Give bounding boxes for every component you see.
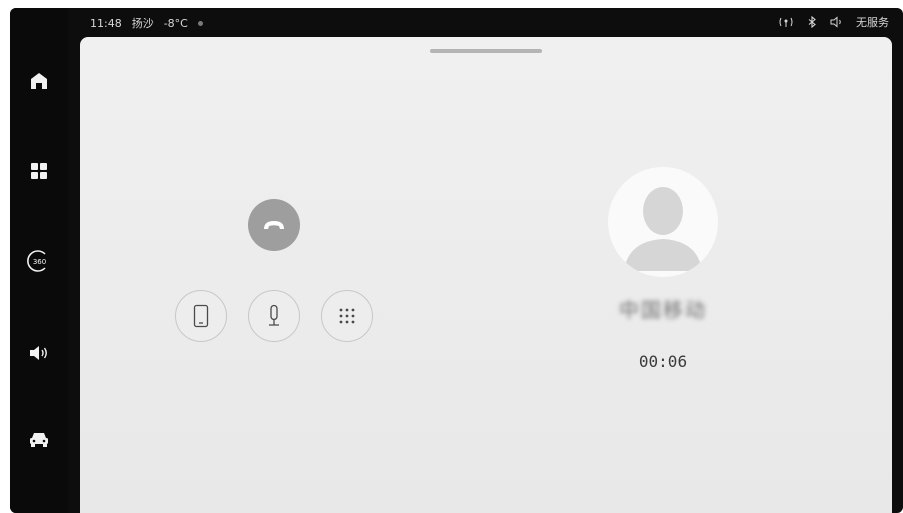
switch-to-phone-button[interactable] [175,290,227,342]
default-avatar-icon [624,187,702,271]
svg-text:360: 360 [33,258,46,266]
microphone-icon [269,304,279,326]
hangup-icon [264,221,284,229]
apps-grid-icon [31,163,47,179]
status-temperature: -8°C [163,16,188,30]
sidebar: 360 [10,8,68,513]
status-time: 11:48 [90,16,122,30]
panel-drag-handle[interactable] [430,49,542,53]
keypad-icon [339,308,355,324]
caller-name: 中国移动 [619,298,707,322]
home-icon [31,73,47,89]
status-bar: 11:48 扬沙 -8°C 无服务 [68,8,903,36]
volume-icon [30,346,47,360]
camera-360-icon: 360 [27,250,46,272]
call-duration: 00:06 [638,352,688,371]
network-status: 无服务 [856,16,889,29]
sidebar-item-apps[interactable] [24,156,54,186]
volume-status-icon [830,16,841,28]
car-icon [30,433,48,447]
sidebar-item-camera-360[interactable]: 360 [24,246,54,276]
signal-icon [779,17,793,27]
status-weather: 扬沙 [131,17,154,30]
head-unit-screen: 360 11:48 扬沙 -8°C 无服务 中国移动 00:06 [10,8,903,513]
hangup-button[interactable] [248,199,300,251]
call-panel: 中国移动 00:06 [80,37,892,513]
keypad-button[interactable] [321,290,373,342]
sidebar-item-volume[interactable] [24,338,54,368]
sidebar-item-home[interactable] [24,66,54,96]
status-indicator-dot [197,20,203,26]
mute-microphone-button[interactable] [248,290,300,342]
bluetooth-icon [808,16,816,28]
caller-avatar [608,167,718,277]
sidebar-item-vehicle[interactable] [24,424,54,454]
phone-device-icon [193,304,209,328]
